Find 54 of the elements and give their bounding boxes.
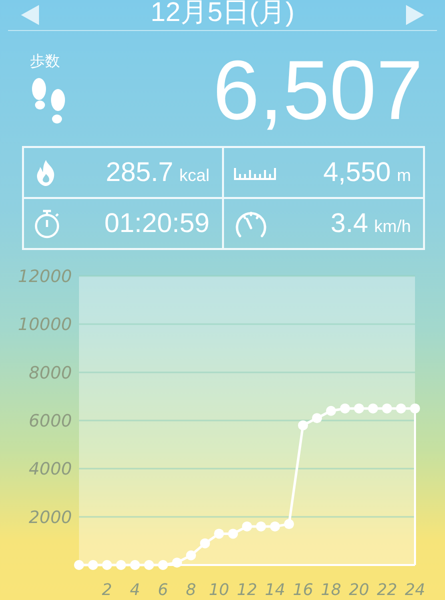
stat-value: 4,550 (323, 157, 391, 188)
data-point (228, 528, 238, 539)
triangle-right-icon (405, 4, 425, 26)
x-axis-label: 4 (130, 580, 140, 599)
x-axis-label: 8 (186, 580, 196, 599)
data-point (242, 521, 252, 532)
y-axis-label: 6000 (28, 412, 72, 432)
data-point (200, 538, 210, 548)
data-point (102, 560, 112, 570)
y-axis-label: 10000 (18, 315, 72, 336)
x-axis-label: 24 (404, 580, 426, 599)
data-point (186, 550, 196, 560)
data-point (382, 403, 392, 414)
triangle-left-icon (20, 4, 40, 26)
x-axis-label: 16 (292, 580, 314, 599)
x-axis-label: 18 (320, 580, 342, 599)
data-point (298, 420, 308, 430)
ruler-icon (234, 166, 276, 180)
x-axis-label: 14 (264, 580, 286, 599)
stat-value: 285.7 (106, 157, 174, 188)
stat-unit: km/h (374, 217, 411, 237)
steps-label: 歩数 (30, 52, 60, 72)
x-axis-label: 22 (376, 580, 398, 599)
data-point (130, 560, 140, 570)
stat-unit: kcal (179, 166, 210, 186)
data-point (354, 403, 364, 414)
stat-unit: m (396, 166, 411, 186)
data-point (326, 406, 336, 416)
date-title: 12月5日(月) (150, 0, 295, 28)
x-axis-label: 20 (348, 580, 370, 599)
data-point (312, 413, 322, 424)
y-axis-label: 8000 (28, 363, 72, 384)
data-point (396, 403, 406, 414)
x-axis-label: 6 (158, 580, 168, 599)
data-point (284, 519, 294, 530)
data-point (74, 560, 84, 570)
data-point (88, 560, 98, 570)
step-count: 6,507 (212, 44, 423, 135)
y-axis-label: 2000 (28, 508, 72, 528)
x-axis-label: 10 (208, 580, 230, 599)
x-axis-label: 2 (102, 580, 112, 599)
y-axis-label: 4000 (28, 460, 72, 480)
stat-value: 3.4 (330, 208, 368, 239)
x-axis-label: 12 (236, 580, 258, 599)
stopwatch-icon (34, 208, 60, 238)
data-point (368, 403, 378, 414)
stat-value: 01:20:59 (104, 208, 210, 239)
y-axis-label: 12000 (18, 267, 72, 287)
data-point (270, 521, 280, 532)
data-point (214, 528, 224, 539)
data-point (116, 560, 126, 570)
data-point (256, 521, 266, 532)
data-point (144, 560, 154, 570)
data-point (340, 403, 350, 414)
